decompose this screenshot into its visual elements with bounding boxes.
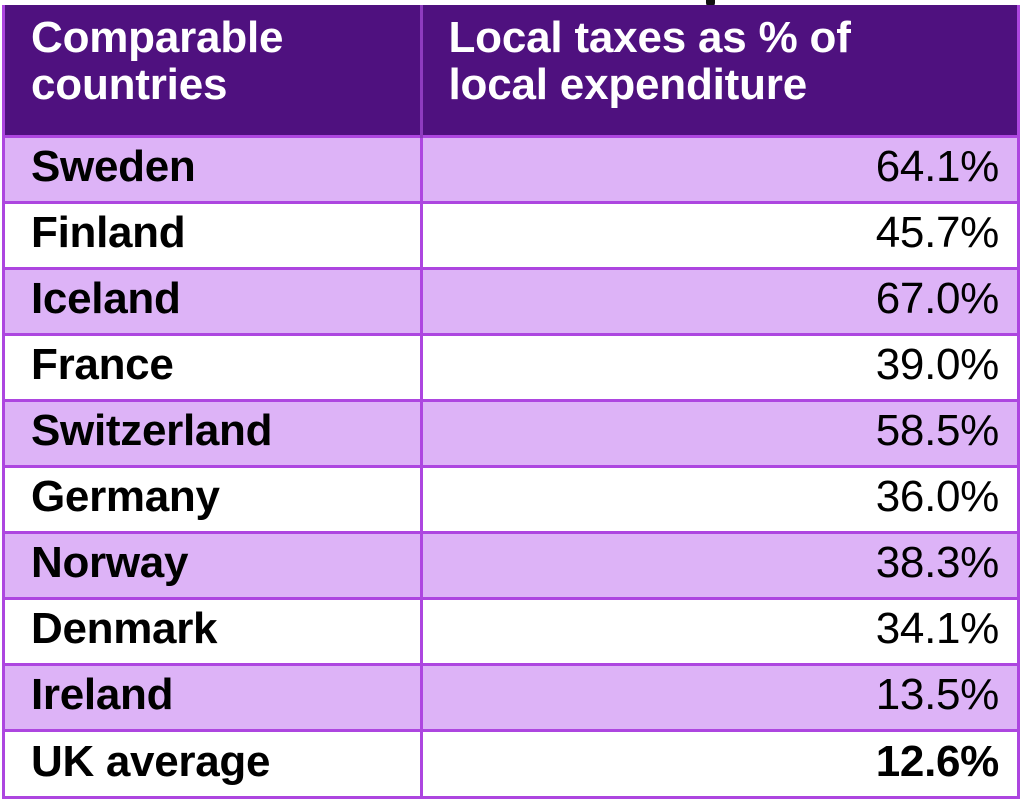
cell-value: 39.0% (419, 332, 1017, 400)
cell-country: France (5, 332, 421, 400)
comparable-countries-table: Comparable countries Local taxes as % of… (5, 5, 1017, 796)
table-row: Switzerland 58.5% (5, 398, 1017, 466)
cell-country: UK average (5, 728, 421, 796)
table-row: France 39.0% (5, 332, 1017, 400)
column-header-value-line2: local expenditure (448, 59, 808, 109)
cell-country: Sweden (5, 134, 421, 202)
table-body: Sweden 64.1% Finland 45.7% Iceland 67.0% Franc… (5, 134, 1017, 796)
table-row: Iceland 67.0% (5, 266, 1017, 334)
column-header-country: Comparable countries (5, 5, 421, 136)
cell-country: Switzerland (5, 398, 421, 466)
table-row: Sweden 64.1% (5, 134, 1017, 202)
column-header-country-line2: countries (31, 59, 228, 109)
comparable-countries-table-container: Comparable countries Local taxes as % of… (2, 5, 1020, 799)
cell-value: 64.1% (419, 134, 1017, 202)
cell-value: 12.6% (419, 728, 1017, 796)
table-row: Norway 38.3% (5, 530, 1017, 598)
table-row: UK average 12.6% (5, 728, 1017, 796)
table-row: Germany 36.0% (5, 464, 1017, 532)
table-row: Finland 45.7% (5, 200, 1017, 268)
table-header-row: Comparable countries Local taxes as % of… (5, 5, 1017, 136)
cell-country: Finland (5, 200, 421, 268)
cell-value: 58.5% (419, 398, 1017, 466)
cell-value: 13.5% (419, 662, 1017, 730)
cell-country: Norway (5, 530, 421, 598)
column-header-value-line1: Local taxes as % of (448, 13, 851, 62)
cell-value: 36.0% (419, 464, 1017, 532)
cell-value: 34.1% (419, 596, 1017, 664)
table-header: Comparable countries Local taxes as % of… (5, 5, 1017, 136)
cell-value: 38.3% (419, 530, 1017, 598)
table-row: Ireland 13.5% (5, 662, 1017, 730)
table-row: Denmark 34.1% (5, 596, 1017, 664)
column-header-country-line1: Comparable (31, 13, 284, 62)
cell-country: Ireland (5, 662, 421, 730)
cell-country: Iceland (5, 266, 421, 334)
slide-canvas: Comparable countries Local taxes as % of… (0, 0, 1024, 805)
column-header-value: Local taxes as % of local expenditure (419, 5, 1017, 136)
cell-value: 67.0% (419, 266, 1017, 334)
cell-country: Denmark (5, 596, 421, 664)
cell-value: 45.7% (419, 200, 1017, 268)
cell-country: Germany (5, 464, 421, 532)
